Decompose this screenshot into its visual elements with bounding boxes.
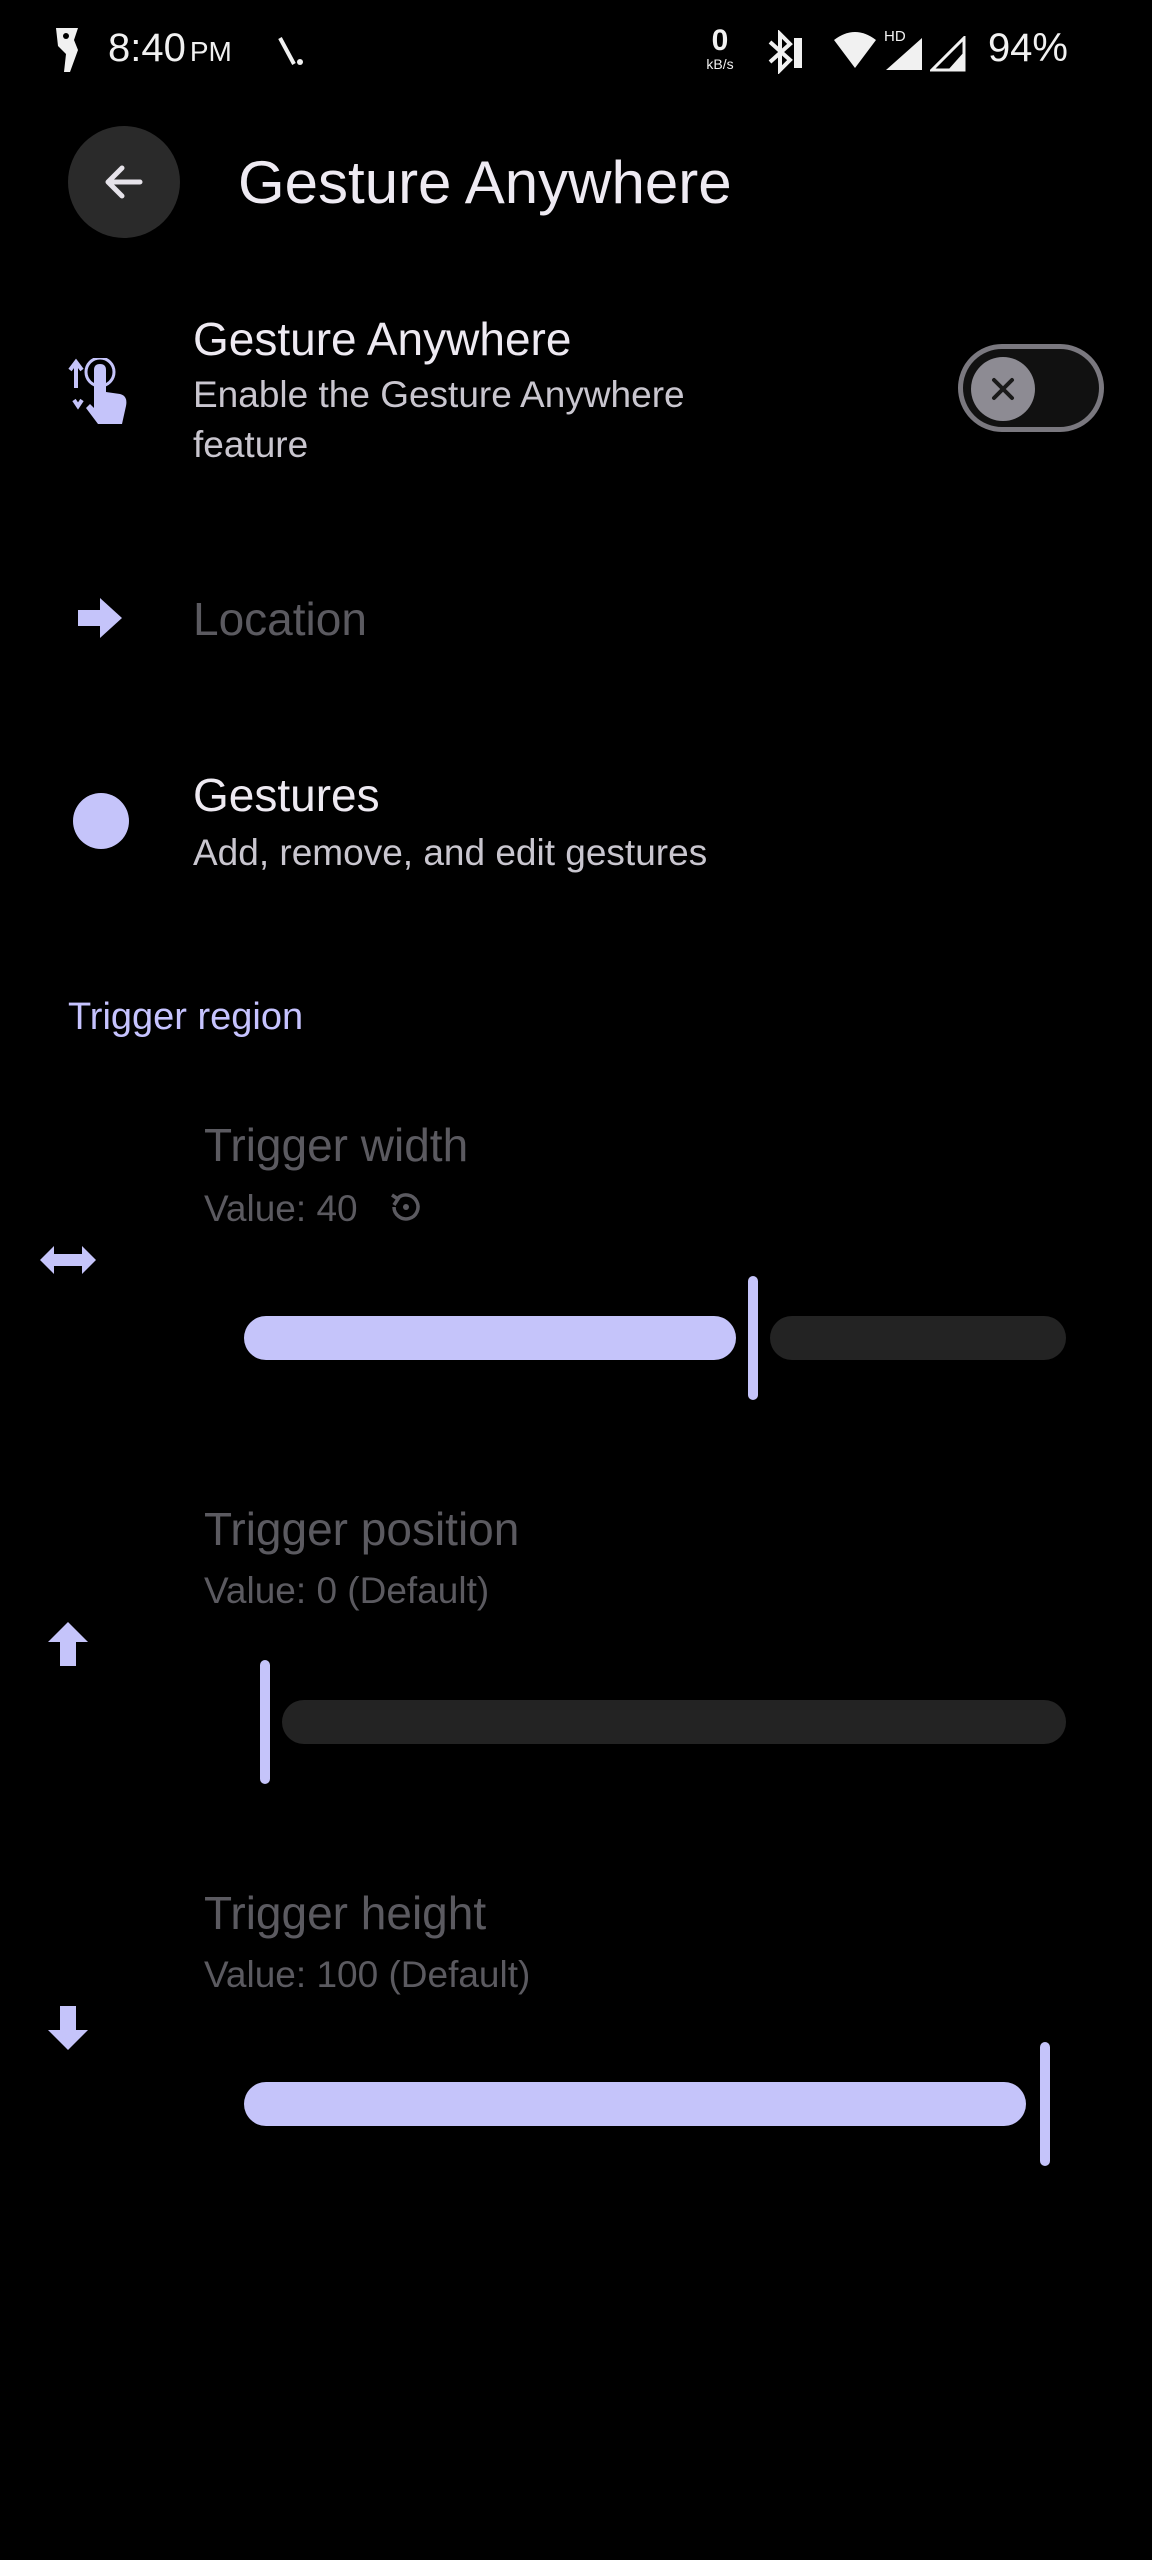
gesture-anywhere-toggle[interactable] [958, 344, 1104, 432]
slider-thumb[interactable] [1040, 2042, 1050, 2166]
slider-active-track [244, 2082, 1026, 2126]
slider-inactive-track [770, 1316, 1066, 1360]
trigger-position-value: Value: 0 (Default) [204, 1570, 490, 1611]
gestures-subtitle: Add, remove, and edit gestures [193, 832, 708, 873]
cell-signal-icon [886, 38, 922, 70]
location-row[interactable]: Location [0, 560, 1152, 680]
circle-icon [73, 793, 129, 849]
arrow-right-icon [78, 598, 122, 638]
reset-icon[interactable] [386, 1187, 426, 1227]
trigger-height-title: Trigger height [204, 1887, 487, 1939]
enable-title: Gesture Anywhere [193, 313, 572, 365]
trigger-width-title: Trigger width [204, 1119, 469, 1171]
trigger-height-value: Value: 100 (Default) [204, 1954, 531, 1995]
trigger-width-slider[interactable] [244, 1276, 1066, 1400]
gestures-title: Gestures [193, 769, 380, 821]
location-title: Location [193, 593, 367, 645]
slider-thumb[interactable] [260, 1660, 270, 1784]
wifi-icon [834, 32, 876, 68]
enable-subtitle-line2: feature [193, 424, 309, 465]
page-title: Gesture Anywhere [238, 149, 732, 216]
cell-signal-2-icon [930, 36, 966, 72]
close-icon [992, 378, 1014, 400]
trigger-width-value: Value: 40 [204, 1184, 426, 1234]
bluetooth-icon [768, 30, 802, 74]
enable-subtitle-line1: Enable the Gesture Anywhere [193, 374, 685, 415]
battery-level: 94% [987, 26, 1068, 70]
trigger-region-header: Trigger region [68, 996, 304, 1038]
slider-thumb[interactable] [748, 1276, 758, 1400]
arrow-back-icon [105, 165, 143, 199]
width-arrows-icon [40, 1246, 96, 1274]
back-button[interactable] [68, 126, 180, 238]
trigger-position-title: Trigger position [204, 1503, 520, 1555]
slider-active-track [244, 1316, 736, 1360]
gestures-row[interactable]: Gestures Add, remove, and edit gestures [0, 760, 1152, 890]
slider-inactive-track [282, 1700, 1066, 1744]
arrow-up-icon [48, 1622, 88, 1666]
gesture-touch-icon [68, 358, 127, 424]
status-time: 8:40 PM [108, 26, 232, 70]
signal-activity-icon [278, 37, 303, 65]
network-speed: 0 kB/s [706, 24, 734, 73]
toggle-knob [971, 357, 1035, 421]
arrow-down-icon [48, 2006, 88, 2050]
trigger-position-slider[interactable] [260, 1660, 1066, 1784]
app-notification-icon [56, 28, 78, 72]
status-bar: 8:40 PM 0 kB/s HD 94% [0, 0, 1152, 100]
trigger-height-slider[interactable] [244, 2042, 1050, 2166]
